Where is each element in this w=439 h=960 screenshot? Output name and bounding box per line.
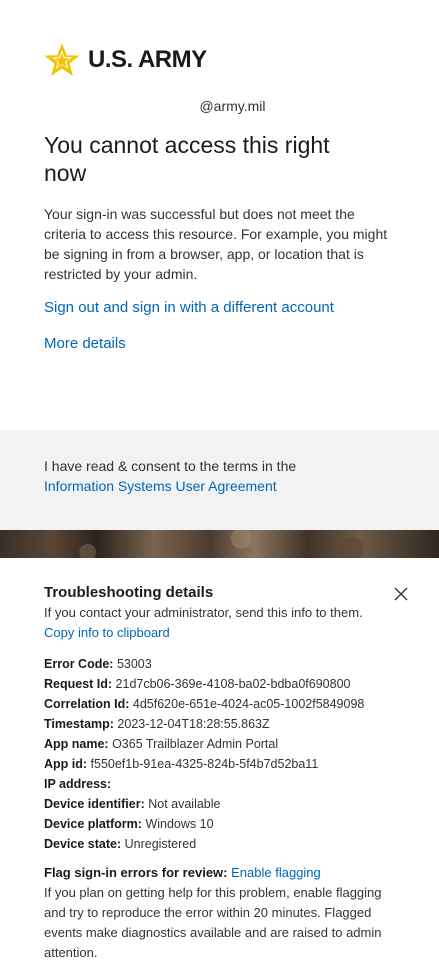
page-title: You cannot access this right now — [44, 132, 330, 186]
detail-row: Request Id: 21d7cb06-369e-4108-ba02-bdba… — [44, 677, 351, 691]
detail-row: App name: O365 Trailblazer Admin Portal — [44, 737, 279, 751]
detail-row: Correlation Id: 4d5f620e-651e-4024-ac05-… — [44, 697, 365, 711]
flag-section: Flag sign-in errors for review: Enable f… — [44, 863, 404, 960]
detail-row: Device platform: Windows 10 — [44, 817, 214, 831]
user-agreement-link[interactable]: Information Systems User Agreement — [44, 478, 277, 494]
consent-banner: I have read & consent to the terms in th… — [0, 430, 439, 530]
account-identity: @army.mil — [199, 98, 266, 114]
detail-row: Device state: Unregistered — [44, 837, 197, 851]
enable-flagging-link[interactable]: Enable flagging — [231, 865, 321, 880]
main-card: U.S. ARMY @army.mil You cannot access th… — [0, 0, 439, 430]
troubleshooting-subtitle: If you contact your administrator, send … — [44, 605, 363, 620]
star-icon — [44, 43, 80, 76]
close-icon[interactable] — [393, 586, 409, 602]
detail-row: Timestamp: 2023-12-04T18:28:55.863Z — [44, 717, 270, 731]
detail-row: App id: f550ef1b-91ea-4325-824b-5f4b7d52… — [44, 757, 319, 771]
copy-info-link[interactable]: Copy info to clipboard — [44, 625, 170, 640]
troubleshooting-panel: Troubleshooting details If you contact y… — [0, 558, 439, 960]
consent-text: I have read & consent to the terms in th… — [44, 458, 297, 474]
more-details-link[interactable]: More details — [44, 335, 126, 352]
army-logo: U.S. ARMY — [44, 42, 207, 78]
flag-label: Flag sign-in errors for review: — [44, 865, 228, 880]
background-photo — [0, 530, 439, 558]
logo-text: U.S. ARMY — [88, 46, 207, 73]
detail-row: Error Code: 53003 — [44, 657, 152, 671]
sign-out-link[interactable]: Sign out and sign in with a different ac… — [44, 299, 334, 316]
error-description: Your sign-in was successful but does not… — [44, 206, 388, 282]
flag-description: If you plan on getting help for this pro… — [44, 885, 382, 960]
detail-row: Device identifier: Not available — [44, 797, 221, 811]
error-details: Error Code: 53003 Request Id: 21d7cb06-3… — [44, 654, 414, 854]
detail-row: IP address: — [44, 777, 112, 791]
troubleshooting-title: Troubleshooting details — [44, 584, 214, 601]
